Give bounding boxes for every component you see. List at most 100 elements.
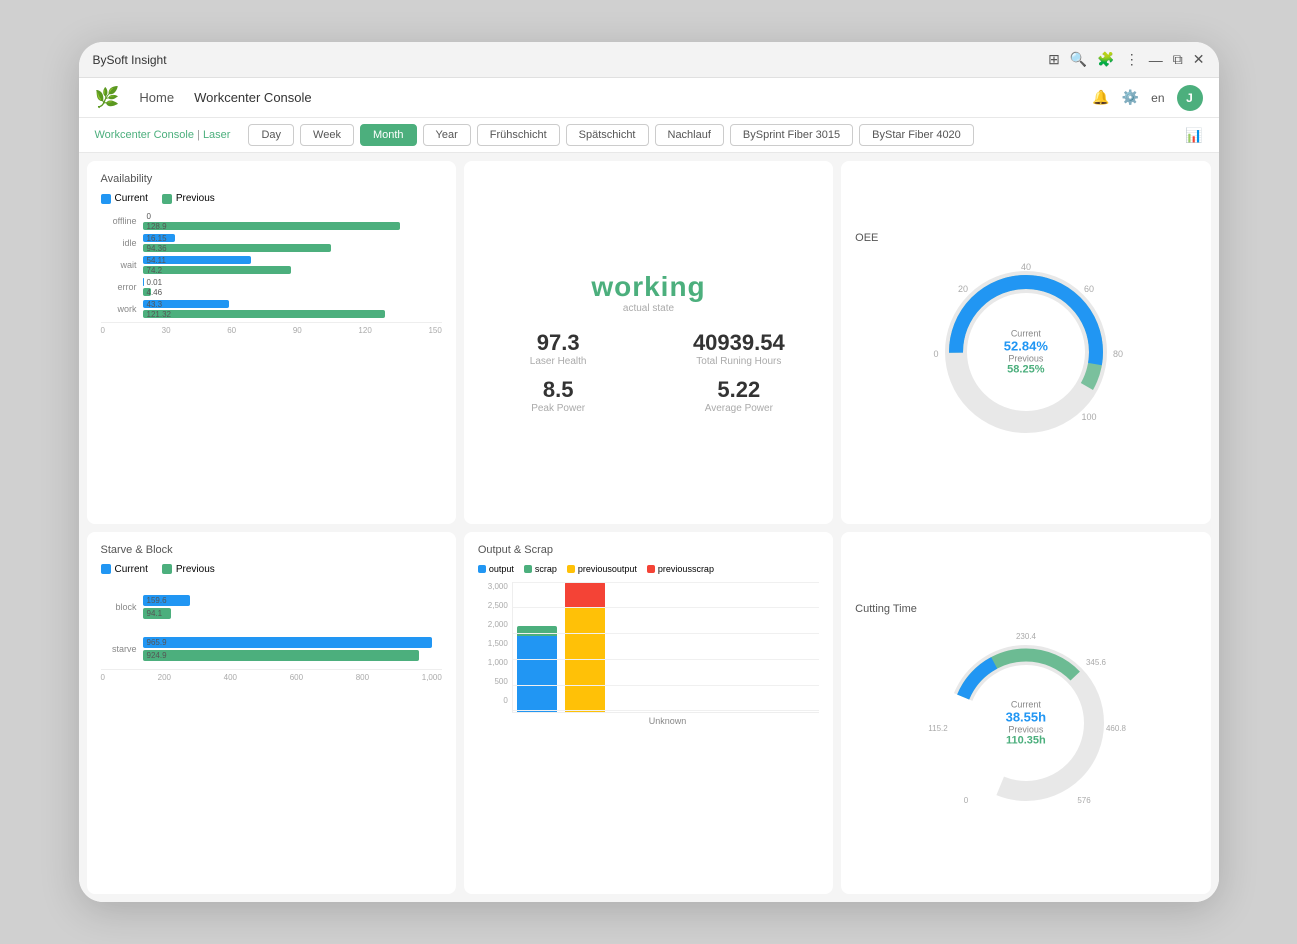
filter-fruhschicht[interactable]: Frühschicht xyxy=(477,124,560,146)
filter-bystar[interactable]: ByStar Fiber 4020 xyxy=(859,124,974,146)
output-title: Output & Scrap xyxy=(478,544,819,556)
minimize-btn[interactable]: — xyxy=(1149,52,1163,68)
svg-text:345.6: 345.6 xyxy=(1086,658,1107,667)
oee-donut: 40 60 80 100 20 0 Current 52.84% Previou… xyxy=(926,252,1126,452)
availability-chart: offline 0 128.9 idle 16.15 94.36 w xyxy=(101,212,442,335)
status-state-wrap: working actual state xyxy=(591,271,705,330)
window-controls: ⊞ 🔍 🧩 ⋮ — ⧉ ✕ xyxy=(1048,51,1204,68)
bell-icon[interactable]: 🔔 xyxy=(1092,89,1109,106)
svg-text:100: 100 xyxy=(1081,412,1096,422)
output-chart: Unknown xyxy=(512,582,819,722)
svg-text:60: 60 xyxy=(1084,284,1094,294)
peak-power-label: Peak Power xyxy=(478,403,639,414)
nav-logo: 🌿 xyxy=(95,85,120,110)
oee-current-val: 52.84% xyxy=(1004,339,1048,354)
current-dot xyxy=(101,194,111,204)
breadcrumb: Workcenter Console | Laser xyxy=(95,129,231,141)
avg-power-label: Average Power xyxy=(658,403,819,414)
starve-block-card: Starve & Block Current Previous block 15… xyxy=(87,532,456,895)
cutting-title: Cutting Time xyxy=(855,603,1196,615)
output-bar xyxy=(517,636,557,712)
bar-group-unknown-prev xyxy=(565,582,605,712)
more-icon[interactable]: ⋮ xyxy=(1125,51,1139,68)
legend-previous: Previous xyxy=(162,193,215,204)
close-btn[interactable]: ✕ xyxy=(1193,51,1205,68)
legend-current: Current xyxy=(101,193,148,204)
settings-icon[interactable]: ⚙️ xyxy=(1122,89,1139,106)
nav-bar: 🌿 Home Workcenter Console 🔔 ⚙️ en J xyxy=(79,78,1219,118)
cutting-previous-val: 110.35h xyxy=(1006,734,1046,746)
availability-card: Availability Current Previous offline 0 xyxy=(87,161,456,524)
filter-year[interactable]: Year xyxy=(423,124,471,146)
oee-title: OEE xyxy=(855,232,1196,244)
svg-text:460.8: 460.8 xyxy=(1106,724,1126,733)
nav-right: 🔔 ⚙️ en J xyxy=(1092,85,1202,111)
filter-week[interactable]: Week xyxy=(300,124,354,146)
bars-area xyxy=(512,582,819,713)
bar-group-unknown-current xyxy=(517,626,557,712)
prevoutput-bar xyxy=(565,607,605,712)
avg-power-val: 5.22 xyxy=(658,377,819,403)
svg-text:0: 0 xyxy=(964,796,969,805)
translate-icon[interactable]: ⊞ xyxy=(1048,51,1060,68)
maximize-btn[interactable]: ⧉ xyxy=(1173,51,1183,68)
availability-legend: Current Previous xyxy=(101,193,442,204)
output-scrap-card: Output & Scrap output scrap previousoutp… xyxy=(464,532,833,895)
search-icon[interactable]: 🔍 xyxy=(1070,51,1087,68)
starve-x-axis: 02004006008001,000 xyxy=(101,669,442,682)
svg-text:230.4: 230.4 xyxy=(1016,632,1037,641)
oee-current-label: Current xyxy=(1004,329,1048,339)
svg-text:115.2: 115.2 xyxy=(928,724,948,733)
laser-health-metric: 97.3 Laser Health xyxy=(478,330,639,367)
svg-text:576: 576 xyxy=(1077,796,1091,805)
bar-row-block: block 159.6 94.1 xyxy=(101,595,442,619)
status-state: working xyxy=(591,271,705,303)
cutting-current-label: Current xyxy=(1006,699,1046,709)
oee-center: Current 52.84% Previous 58.25% xyxy=(1004,329,1048,376)
puzzle-icon[interactable]: 🧩 xyxy=(1097,51,1114,68)
filter-nachlauf[interactable]: Nachlauf xyxy=(655,124,724,146)
starve-chart: block 159.6 94.1 starve 965.9 924.9 xyxy=(101,595,442,682)
bar-row-wait: wait 54.11 74.2 xyxy=(101,256,442,274)
output-chart-area: 3,000 2,500 2,000 1,500 1,000 500 0 xyxy=(478,582,819,722)
previous-dot xyxy=(162,194,172,204)
filter-day[interactable]: Day xyxy=(248,124,294,146)
cutting-previous-label: Previous xyxy=(1006,724,1046,734)
scrap-bar xyxy=(517,626,557,636)
starve-legend-previous: Previous xyxy=(162,564,215,575)
legend-prevoutput: previousoutput xyxy=(567,564,637,574)
peak-power-val: 8.5 xyxy=(478,377,639,403)
laser-health-label: Laser Health xyxy=(478,356,639,367)
legend-scrap: scrap xyxy=(524,564,557,574)
bar-row-offline: offline 0 128.9 xyxy=(101,212,442,230)
oee-card: OEE 40 60 80 100 20 0 xyxy=(841,161,1210,524)
metrics-grid: 97.3 Laser Health 40939.54 Total Runing … xyxy=(478,330,819,414)
starve-title: Starve & Block xyxy=(101,544,442,556)
availability-title: Availability xyxy=(101,173,442,185)
svg-text:80: 80 xyxy=(1113,349,1123,359)
svg-text:0: 0 xyxy=(933,349,938,359)
title-bar: BySoft Insight ⊞ 🔍 🧩 ⋮ — ⧉ ✕ xyxy=(79,42,1219,78)
nav-home[interactable]: Home xyxy=(139,90,174,105)
total-running-label: Total Runing Hours xyxy=(658,356,819,367)
total-running-val: 40939.54 xyxy=(658,330,819,356)
filter-month[interactable]: Month xyxy=(360,124,417,146)
bar-row-error: error 0.01 4.46 xyxy=(101,278,442,296)
bar-row-idle: idle 16.15 94.36 xyxy=(101,234,442,252)
legend-prevscrap: previousscrap xyxy=(647,564,714,574)
lang-label[interactable]: en xyxy=(1151,91,1164,105)
app-title: BySoft Insight xyxy=(93,53,167,67)
cutting-center: Current 38.55h Previous 110.35h xyxy=(1006,699,1046,746)
svg-text:40: 40 xyxy=(1021,262,1031,272)
chart-toggle-icon[interactable]: 📊 xyxy=(1185,127,1202,144)
nav-workcenter[interactable]: Workcenter Console xyxy=(194,90,312,105)
y-axis-labels: 3,000 2,500 2,000 1,500 1,000 500 0 xyxy=(478,582,508,722)
filter-bysprint[interactable]: BySprint Fiber 3015 xyxy=(730,124,853,146)
svg-text:20: 20 xyxy=(958,284,968,294)
user-avatar[interactable]: J xyxy=(1177,85,1203,111)
filter-spatschicht[interactable]: Spätschicht xyxy=(566,124,649,146)
legend-output: output xyxy=(478,564,514,574)
filter-bar: Workcenter Console | Laser Day Week Mont… xyxy=(79,118,1219,153)
cutting-donut: 230.4 345.6 460.8 576 0 115.2 Current 38… xyxy=(926,623,1126,823)
x-axis: 0306090120150 xyxy=(101,322,442,335)
